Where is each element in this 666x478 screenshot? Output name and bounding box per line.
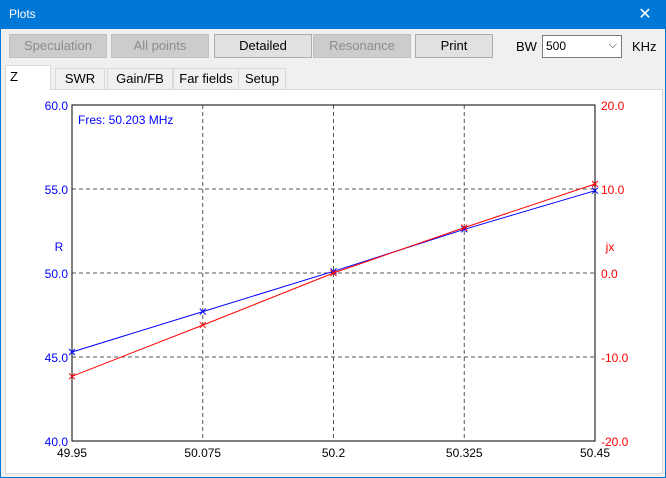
toolbar: Speculation All points Detailed Resonanc… <box>1 29 665 63</box>
y-left-tick-label: 50.0 <box>45 267 69 281</box>
tab-setup[interactable]: Setup <box>238 68 286 89</box>
x-tick-label: 50.075 <box>184 446 221 460</box>
bw-unit-label: KHz <box>632 39 657 54</box>
x-tick-label: 50.325 <box>446 446 483 460</box>
window-title: Plots <box>9 7 36 21</box>
y-left-tick-label: 45.0 <box>45 351 69 365</box>
y-right-tick-label: 10.0 <box>601 183 625 197</box>
y-right-axis-label: jx <box>605 240 615 254</box>
y-left-tick-label: 60.0 <box>45 99 69 113</box>
chevron-down-icon[interactable]: ⌵ <box>609 39 617 52</box>
bandwidth-select[interactable]: 500 ⌵ <box>542 35 622 58</box>
speculation-button[interactable]: Speculation <box>9 34 107 58</box>
y-right-tick-label: 0.0 <box>601 267 618 281</box>
bw-label: BW <box>516 39 537 54</box>
chart-panel: 40.0 45.0 50.0 55.0 60.0 -20.0 -10.0 0.0 10.0 20.… <box>5 89 663 474</box>
y-right-tick-label: -10.0 <box>601 351 629 365</box>
x-tick-label: 50.45 <box>580 446 610 460</box>
print-button[interactable]: Print <box>415 34 493 58</box>
tab-far-fields[interactable]: Far fields <box>173 68 239 89</box>
x-tick-label: 50.2 <box>322 446 346 460</box>
y-right-tick-label: 20.0 <box>601 99 625 113</box>
x-tick-label: 49.95 <box>57 446 87 460</box>
plots-window: Plots ✕ Speculation All points Detailed … <box>0 0 666 478</box>
title-bar[interactable]: Plots ✕ <box>1 1 665 29</box>
tab-gain-fb[interactable]: Gain/FB <box>107 68 173 89</box>
y-left-tick-label: 55.0 <box>45 183 69 197</box>
close-icon[interactable]: ✕ <box>625 1 665 29</box>
tab-swr[interactable]: SWR <box>55 68 105 89</box>
resonance-annotation: Fres: 50.203 MHz <box>78 113 173 127</box>
bandwidth-value: 500 <box>546 39 567 53</box>
all-points-button[interactable]: All points <box>111 34 209 58</box>
impedance-chart: 40.045.050.055.060.0-20.0-10.00.010.020.… <box>45 99 629 460</box>
tab-z[interactable]: Z <box>5 65 51 90</box>
y-left-axis-label: R <box>55 240 64 254</box>
resonance-button[interactable]: Resonance <box>313 34 411 58</box>
detailed-button[interactable]: Detailed <box>214 34 312 58</box>
